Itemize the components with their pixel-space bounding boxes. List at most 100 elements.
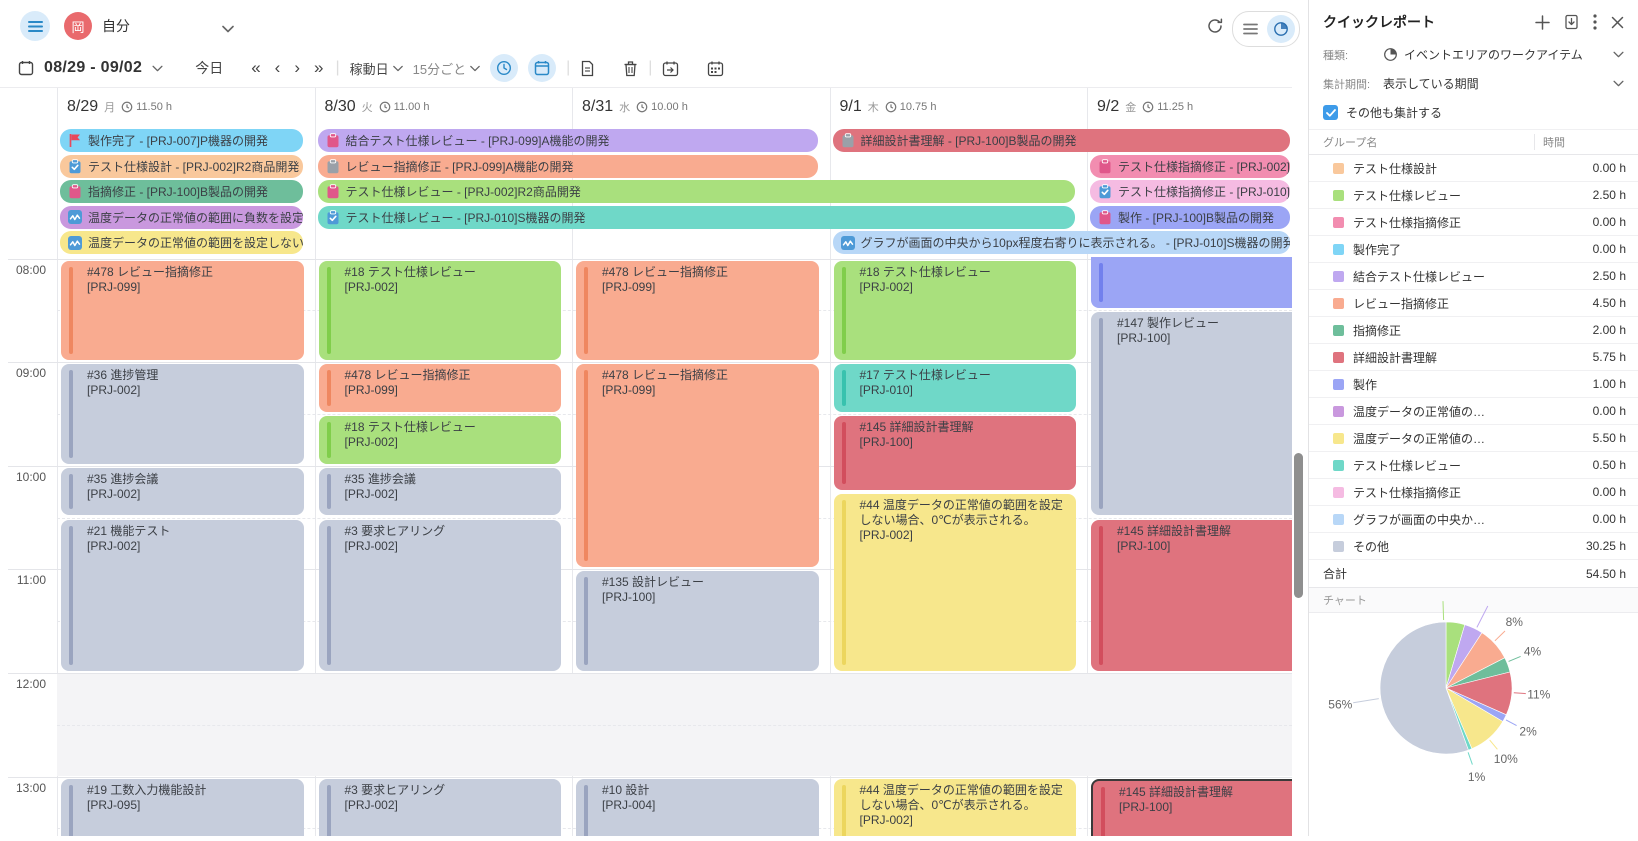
report-row[interactable]: 温度データの正常値の… 5.50 h xyxy=(1309,425,1638,452)
today-button[interactable]: 今日 xyxy=(195,58,223,78)
report-row[interactable]: グラフが画面の中央か… 0.00 h xyxy=(1309,506,1638,533)
calendar-event[interactable]: #36 進捗管理[PRJ-002] xyxy=(61,364,304,464)
allday-event-label: 温度データの正常値の範囲を設定しない… xyxy=(88,234,303,251)
calendar-event[interactable]: #19 工数入力機能設計[PRJ-095] xyxy=(61,779,304,837)
calendar-event[interactable]: #35 進捗会議[PRJ-002] xyxy=(319,468,562,516)
workday-dropdown[interactable]: 稼動日 xyxy=(350,59,403,78)
date-range[interactable]: 08/29 - 09/02 xyxy=(44,59,142,77)
allday-event[interactable]: テスト仕様設計 - [PRJ-002]R2商品開発 xyxy=(60,155,303,178)
calendar-event[interactable]: #145 詳細設計書理解[PRJ-100] xyxy=(1091,520,1292,671)
list-view-button[interactable] xyxy=(1237,16,1263,42)
report-document-button[interactable] xyxy=(580,60,595,77)
type-select[interactable]: イベントエリアのワークアイテム xyxy=(1383,46,1624,63)
report-row[interactable]: テスト仕様設計 0.00 h xyxy=(1309,155,1638,182)
report-row[interactable]: テスト仕様指摘修正 0.00 h xyxy=(1309,209,1638,236)
group-column-header[interactable]: グループ名 xyxy=(1323,134,1534,150)
report-row[interactable]: テスト仕様指摘修正 0.00 h xyxy=(1309,479,1638,506)
report-row[interactable]: テスト仕様レビュー 2.50 h xyxy=(1309,182,1638,209)
calendar-event[interactable]: #135 設計レビュー[PRJ-100] xyxy=(576,571,819,671)
allday-event[interactable]: テスト仕様レビュー - [PRJ-002]R2商品開発 xyxy=(318,180,1076,203)
calendar-event[interactable]: #3 要求ヒアリング[PRJ-002] xyxy=(319,779,562,837)
report-row[interactable]: 指摘修正 2.00 h xyxy=(1309,317,1638,344)
allday-event[interactable]: レビュー指摘修正 - [PRJ-099]A機能の開発 xyxy=(318,155,818,178)
report-row[interactable]: テスト仕様レビュー 0.50 h xyxy=(1309,452,1638,479)
calendar-event[interactable]: #44 温度データの正常値の範囲を設定しない場合、0℃が表示される。[PRJ-0… xyxy=(834,494,1077,671)
day-header-8/29[interactable]: 8/29 月 11.50 h xyxy=(57,88,315,126)
pie-leader-line xyxy=(1506,720,1517,726)
day-header-8/30[interactable]: 8/30 火 11.00 h xyxy=(315,88,573,126)
allday-event[interactable]: テスト仕様レビュー - [PRJ-010]S機器の開発 xyxy=(318,206,1076,229)
next-day-button[interactable]: › xyxy=(292,58,302,78)
report-row[interactable]: 温度データの正常値の… 0.00 h xyxy=(1309,398,1638,425)
event-title: #478 レビュー指摘修正 xyxy=(602,265,813,280)
user-selector[interactable]: 岡 自分 xyxy=(64,12,130,40)
calendar-event[interactable]: #478 レビュー指摘修正[PRJ-099] xyxy=(576,261,819,361)
report-row[interactable]: 製作 1.00 h xyxy=(1309,371,1638,398)
calendar-event[interactable]: #35 進捗会議[PRJ-002] xyxy=(61,468,304,516)
others-checkbox-label[interactable]: その他も集計する xyxy=(1346,104,1442,121)
calendar-event[interactable]: #18 テスト仕様レビュー[PRJ-002] xyxy=(319,261,562,361)
prev-day-button[interactable]: ‹ xyxy=(273,58,283,78)
report-row[interactable]: 結合テスト仕様レビュー 2.50 h xyxy=(1309,263,1638,290)
calendar-event[interactable] xyxy=(1091,257,1292,309)
allday-event[interactable]: テスト仕様指摘修正 - [PRJ-002]R2商品開発 xyxy=(1090,155,1290,178)
calendar-event[interactable]: #10 設計[PRJ-004] xyxy=(576,779,819,837)
day-header-8/31[interactable]: 8/31 水 10.00 h xyxy=(572,88,830,126)
group-hours: 0.00 h xyxy=(1593,485,1626,499)
calendar-event[interactable]: #478 レビュー指摘修正[PRJ-099] xyxy=(61,261,304,361)
next-week-button[interactable]: » xyxy=(312,58,325,78)
close-panel-button[interactable] xyxy=(1611,16,1624,29)
refresh-button[interactable] xyxy=(1206,17,1224,40)
calendar-event[interactable]: #478 レビュー指摘修正[PRJ-099] xyxy=(576,364,819,567)
allday-event[interactable]: 結合テスト仕様レビュー - [PRJ-099]A機能の開発 xyxy=(318,129,818,152)
calendar-grid[interactable]: 8/29 月 11.50 h8/30 火 11.00 h8/31 水 10.00… xyxy=(0,88,1292,836)
report-row[interactable]: その他 30.25 h xyxy=(1309,533,1638,560)
allday-event[interactable]: 製作 - [PRJ-100]B製品の開発 xyxy=(1090,206,1290,229)
calendar-event[interactable]: #21 機能テスト[PRJ-002] xyxy=(61,520,304,671)
calendar-event[interactable]: #18 テスト仕様レビュー[PRJ-002] xyxy=(834,261,1077,361)
calendar-event[interactable]: #18 テスト仕様レビュー[PRJ-002] xyxy=(319,416,562,464)
chevron-down-icon xyxy=(470,65,480,72)
export-report-button[interactable] xyxy=(1564,14,1579,30)
allday-event[interactable]: 詳細設計書理解 - [PRJ-100]B製品の開発 xyxy=(833,129,1291,152)
day-header-9/1[interactable]: 9/1 木 10.75 h xyxy=(830,88,1088,126)
allday-event[interactable]: テスト仕様指摘修正 - [PRJ-010]S機器の開発 xyxy=(1090,180,1290,203)
event-title: #478 レビュー指摘修正 xyxy=(602,368,813,383)
calendar-event[interactable]: #3 要求ヒアリング[PRJ-002] xyxy=(319,520,562,671)
allday-event[interactable]: 指摘修正 - [PRJ-100]B製品の開発 xyxy=(60,180,303,203)
month-calendar-button[interactable] xyxy=(707,60,724,77)
report-row[interactable]: 詳細設計書理解 5.75 h xyxy=(1309,344,1638,371)
period-select[interactable]: 表示している期間 xyxy=(1383,75,1624,92)
prev-week-button[interactable]: « xyxy=(249,58,262,78)
calendar-view-toggle-button[interactable] xyxy=(528,54,556,82)
add-report-button[interactable] xyxy=(1535,15,1550,30)
allday-event[interactable]: 温度データの正常値の範囲に負数を設定… xyxy=(60,206,303,229)
user-dropdown-chevron-icon[interactable] xyxy=(222,20,234,38)
delete-button[interactable] xyxy=(623,60,638,77)
time-view-toggle-button[interactable] xyxy=(490,54,518,82)
calendar-event[interactable]: #145 詳細設計書理解[PRJ-100] xyxy=(1091,779,1292,837)
calendar-event[interactable]: #17 テスト仕様レビュー[PRJ-010] xyxy=(834,364,1077,412)
date-range-chevron-icon[interactable] xyxy=(152,65,163,72)
interval-dropdown[interactable]: 15分ごと xyxy=(413,59,480,78)
time-column-header[interactable]: 時間 xyxy=(1534,134,1626,150)
hamburger-menu-button[interactable] xyxy=(20,11,50,41)
report-row[interactable]: レビュー指摘修正 4.50 h xyxy=(1309,290,1638,317)
calendar-event[interactable]: #478 レビュー指摘修正[PRJ-099] xyxy=(319,364,562,412)
calendar-event[interactable]: #44 温度データの正常値の範囲を設定しない場合、0℃が表示される。[PRJ-0… xyxy=(834,779,1077,837)
allday-event[interactable]: グラフが画面の中央から10px程度右寄りに表示される。 - [PRJ-010]S… xyxy=(833,231,1291,254)
others-checkbox[interactable] xyxy=(1323,105,1338,120)
move-schedule-button[interactable] xyxy=(662,60,679,77)
allday-event[interactable]: 温度データの正常値の範囲を設定しない… xyxy=(60,231,303,254)
event-accent xyxy=(1099,526,1103,665)
calendar-event[interactable]: #147 製作レビュー[PRJ-100] xyxy=(1091,312,1292,515)
calendar-event[interactable]: #145 詳細設計書理解[PRJ-100] xyxy=(834,416,1077,490)
chart-view-button[interactable] xyxy=(1267,15,1295,43)
panel-menu-button[interactable] xyxy=(1593,14,1597,30)
calendar-scrollbar[interactable] xyxy=(1294,453,1303,598)
report-row[interactable]: 製作完了 0.00 h xyxy=(1309,236,1638,263)
allday-event[interactable]: 製作完了 - [PRJ-007]P機器の開発 xyxy=(60,129,303,152)
event-project: [PRJ-002] xyxy=(860,528,1071,543)
day-header-9/2[interactable]: 9/2 金 11.25 h xyxy=(1087,88,1292,126)
group-color-swatch xyxy=(1333,190,1344,201)
